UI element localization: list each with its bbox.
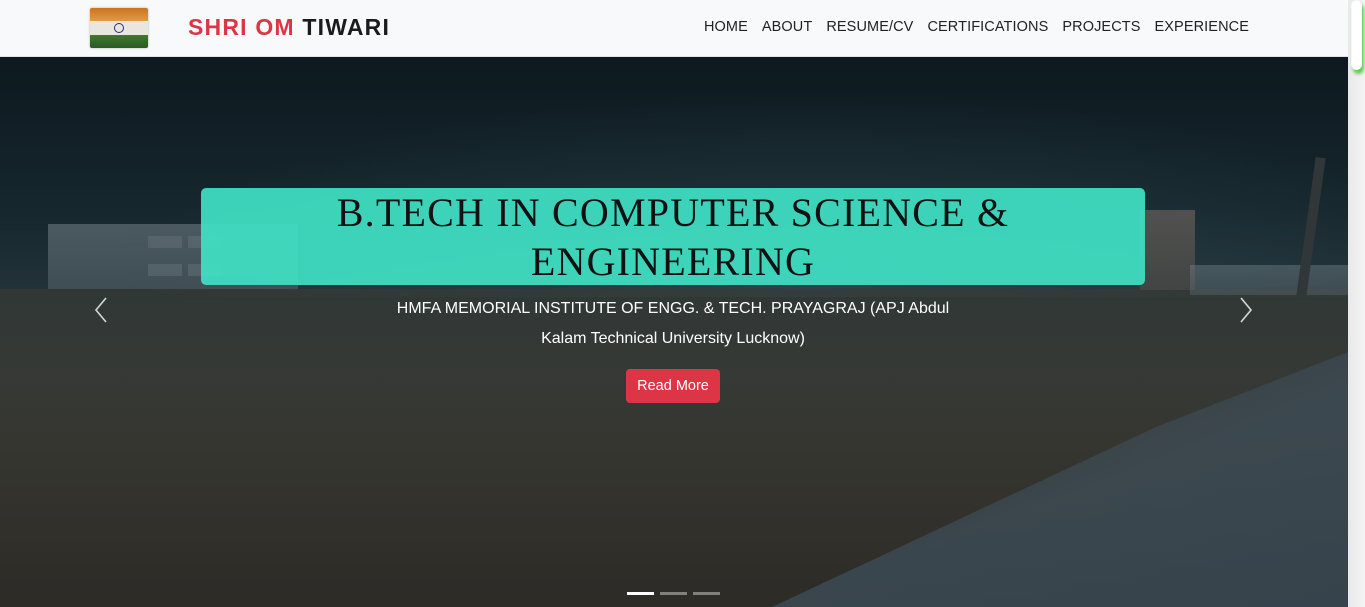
carousel-indicator-1[interactable] xyxy=(627,592,654,595)
carousel-indicator-3[interactable] xyxy=(693,592,720,595)
chevron-right-icon xyxy=(1240,297,1253,323)
nav-experience[interactable]: EXPERIENCE xyxy=(1155,19,1249,35)
read-more-button[interactable]: Read More xyxy=(626,369,720,403)
brand-first-name: SHRI OM xyxy=(188,14,295,40)
page-scrollbar[interactable] xyxy=(1348,0,1365,607)
nav-resume[interactable]: RESUME/CV xyxy=(826,19,913,35)
main-nav: HOME ABOUT RESUME/CV CERTIFICATIONS PROJ… xyxy=(704,19,1249,35)
india-flag-icon[interactable] xyxy=(90,8,148,48)
slide-title: B.TECH IN COMPUTER SCIENCE & ENGINEERING xyxy=(336,189,1010,284)
nav-about[interactable]: ABOUT xyxy=(762,19,812,35)
navbar: SHRI OM TIWARI HOME ABOUT RESUME/CV CERT… xyxy=(0,0,1348,57)
carousel-next-button[interactable] xyxy=(1231,295,1261,325)
nav-projects[interactable]: PROJECTS xyxy=(1062,19,1140,35)
carousel-indicator-2[interactable] xyxy=(660,592,687,595)
chevron-left-icon xyxy=(94,297,107,323)
site-brand[interactable]: SHRI OM TIWARI xyxy=(188,14,390,41)
carousel-indicators xyxy=(627,592,720,595)
hero-carousel: B.TECH IN COMPUTER SCIENCE & ENGINEERING… xyxy=(0,57,1348,607)
scrollbar-thumb[interactable] xyxy=(1351,0,1362,70)
carousel-prev-button[interactable] xyxy=(86,295,116,325)
nav-home[interactable]: HOME xyxy=(704,19,748,35)
slide-caption-box: B.TECH IN COMPUTER SCIENCE & ENGINEERING xyxy=(201,188,1145,285)
brand-last-name: TIWARI xyxy=(302,14,391,40)
nav-certifications[interactable]: CERTIFICATIONS xyxy=(927,19,1048,35)
slide-subtitle: HMFA MEMORIAL INSTITUTE OF ENGG. & TECH.… xyxy=(396,300,950,347)
